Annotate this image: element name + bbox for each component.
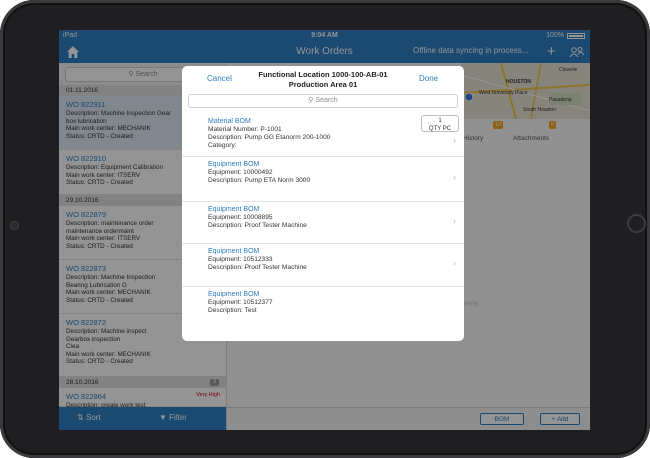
bom-line: Description: Pump GG Etanorm 200-1000 xyxy=(208,134,331,141)
quantity-box: 1 QTY PC xyxy=(421,115,459,132)
camera xyxy=(11,222,18,229)
chevron-right-icon: › xyxy=(453,135,456,145)
bom-type: Equipment BOM xyxy=(208,206,260,213)
bom-line: Description: Proof Tester Machine xyxy=(208,222,307,229)
bom-type: Equipment BOM xyxy=(208,248,260,255)
bom-line: Equipment: 10000492 xyxy=(208,169,273,176)
bom-type: Material BOM xyxy=(208,118,251,125)
bom-line: Material Number: P-1001 xyxy=(208,126,282,133)
bom-line: Equipment: 10008895 xyxy=(208,214,273,221)
bom-type: Equipment BOM xyxy=(208,161,260,168)
bom-line: Description: Pump ETA Norm 3000 xyxy=(208,177,311,184)
bom-row[interactable]: Equipment BOM Equipment: 10008895 Descri… xyxy=(182,202,464,244)
modal-search-input[interactable]: ⚲ Search xyxy=(188,94,458,108)
screen: iPad 9:04 AM 100% Work Orders Offline da… xyxy=(59,30,590,430)
bom-row[interactable]: Equipment BOM Equipment: 10000492 Descri… xyxy=(182,157,464,202)
done-button[interactable]: Done xyxy=(419,74,438,83)
search-icon: ⚲ xyxy=(308,97,314,104)
bom-modal: Cancel Functional Location 1000-100-AB-0… xyxy=(182,66,464,341)
ipad-frame: iPad 9:04 AM 100% Work Orders Offline da… xyxy=(0,0,650,458)
bom-line: Equipment: 10512377 xyxy=(208,299,273,306)
chevron-right-icon: › xyxy=(453,258,456,268)
bom-line: Equipment: 10512333 xyxy=(208,256,273,263)
bom-row[interactable]: Equipment BOM Equipment: 10512377 Descri… xyxy=(182,287,464,341)
bom-line: Description: Proof Tester Machine xyxy=(208,264,307,271)
home-hardware-button[interactable] xyxy=(627,214,646,233)
bom-row[interactable]: Equipment BOM Equipment: 10512333 Descri… xyxy=(182,244,464,287)
cancel-button[interactable]: Cancel xyxy=(207,74,232,83)
chevron-right-icon: › xyxy=(453,216,456,226)
chevron-right-icon: › xyxy=(453,172,456,182)
bom-line: Category: xyxy=(208,142,237,149)
bom-line: Description: Test xyxy=(208,307,257,314)
bom-type: Equipment BOM xyxy=(208,291,260,298)
modal-title: Functional Location 1000-100-AB-01 Produ… xyxy=(258,70,388,89)
